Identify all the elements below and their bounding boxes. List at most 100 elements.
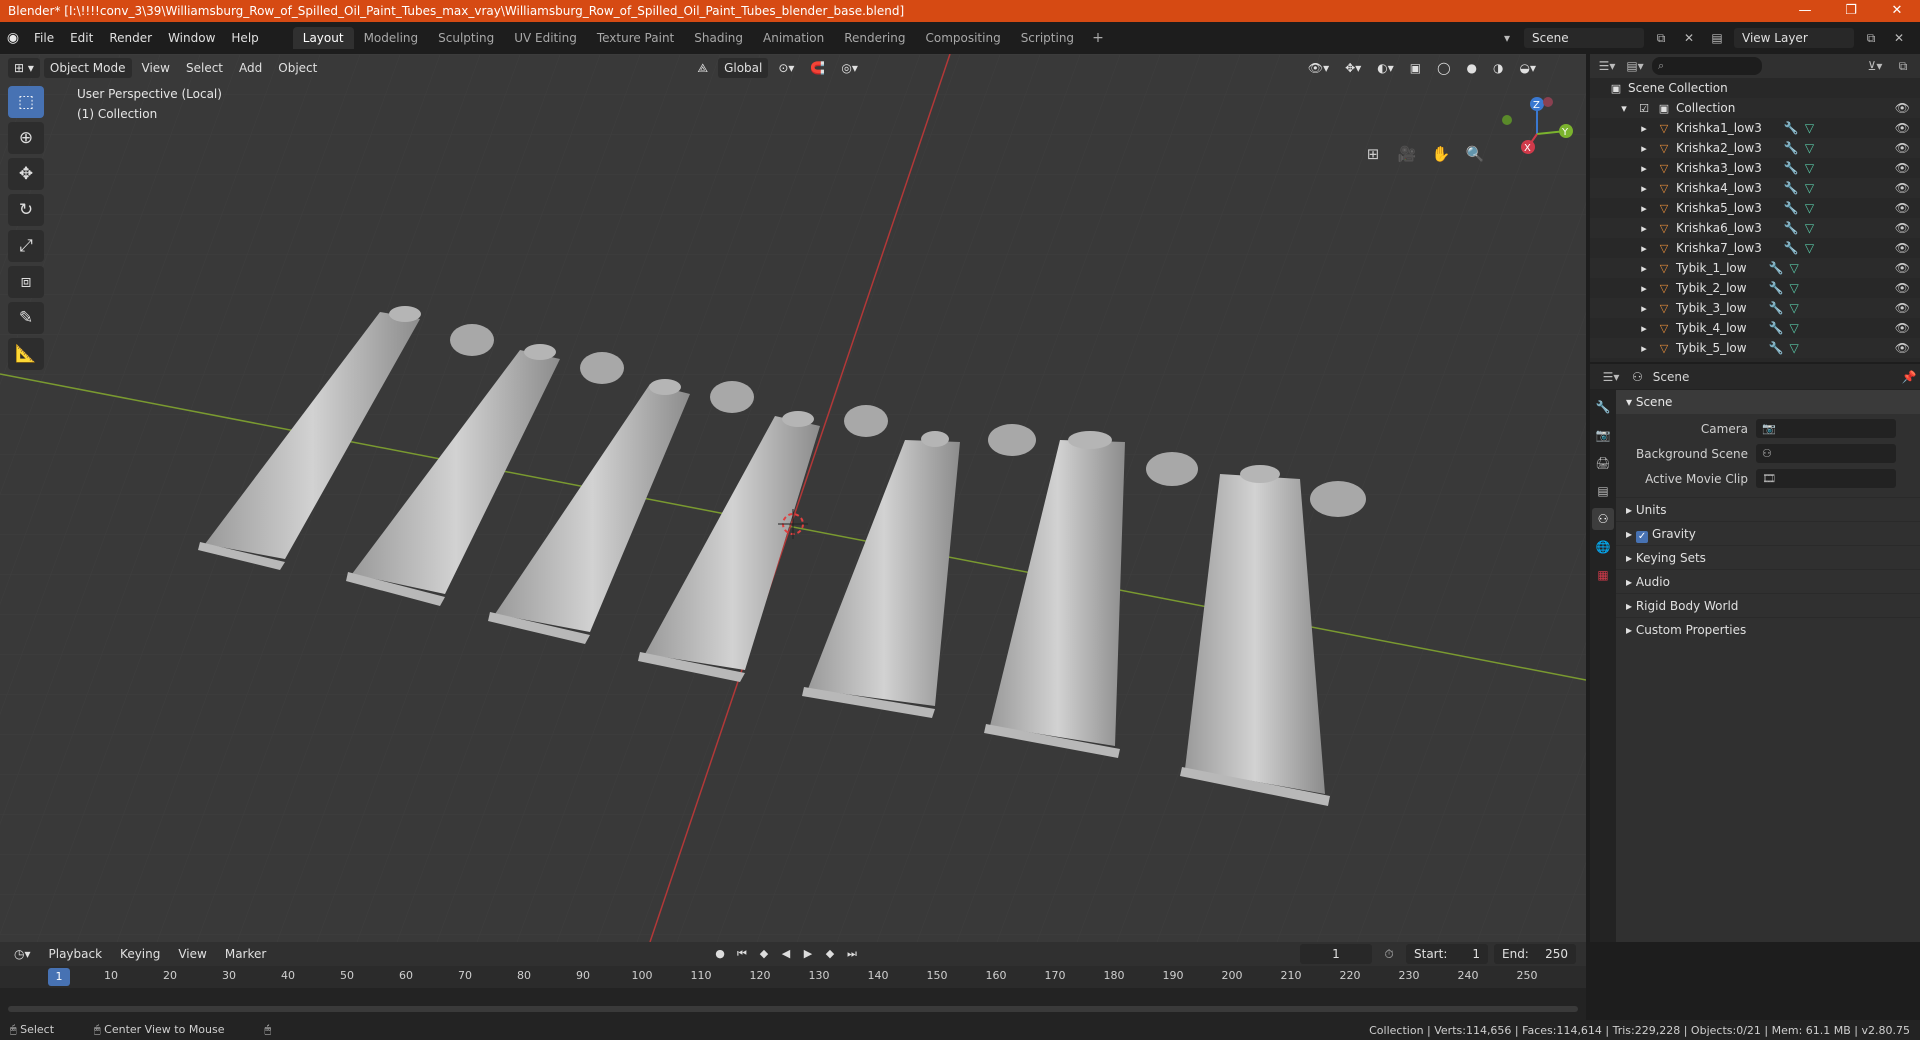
mode-selector[interactable]: Object Mode	[43, 58, 132, 78]
eye-icon[interactable]: 👁	[1895, 241, 1910, 255]
display-mode-icon[interactable]: ▤▾	[1624, 56, 1646, 76]
eye-icon[interactable]: 👁	[1895, 141, 1910, 155]
outliner-item[interactable]: ▸ ▽ Tybik_5_low 🔧 ▽ 👁	[1590, 338, 1920, 358]
material-shading-icon[interactable]: ◑	[1487, 58, 1509, 78]
eye-icon[interactable]: 👁	[1895, 321, 1910, 335]
cursor-icon[interactable]: ⊕	[8, 122, 44, 154]
move-icon[interactable]: ✥	[8, 158, 44, 190]
background-scene-field[interactable]: ⚇	[1756, 444, 1896, 463]
outliner-item[interactable]: ▸ ▽ Krishka7_low3 🔧 ▽ 👁	[1590, 238, 1920, 258]
tab-texture-paint[interactable]: Texture Paint	[587, 27, 684, 49]
timeline-menu-view[interactable]: View	[172, 944, 212, 964]
outliner-item[interactable]: ▸ ▽ Krishka3_low3 🔧 ▽ 👁	[1590, 158, 1920, 178]
outliner-item[interactable]: ▸ ▽ Krishka1_low3 🔧 ▽ 👁	[1590, 118, 1920, 138]
timeline-editor-type-icon[interactable]: ◷▾	[8, 944, 37, 964]
3d-viewport[interactable]: Z Y X ⊞ ▾ Object Mode View Select Add Ob…	[0, 54, 1586, 942]
world-tab-icon[interactable]: 🌐	[1592, 536, 1614, 558]
viewport-menu-view[interactable]: View	[136, 58, 176, 78]
viewport-menu-object[interactable]: Object	[272, 58, 323, 78]
outliner-item[interactable]: ▸ ▽ Krishka5_low3 🔧 ▽ 👁	[1590, 198, 1920, 218]
record-icon[interactable]: ●	[710, 944, 730, 964]
tab-animation[interactable]: Animation	[753, 27, 834, 49]
active-movie-clip-field[interactable]: 🎞	[1756, 469, 1896, 488]
menu-render[interactable]: Render	[101, 31, 160, 45]
play-reverse-icon[interactable]: ◀	[776, 944, 796, 964]
pan-view-icon[interactable]: ✋	[1426, 139, 1456, 169]
tab-scripting[interactable]: Scripting	[1011, 27, 1084, 49]
jump-start-icon[interactable]: ⏮	[732, 944, 752, 964]
zoom-view-icon[interactable]: 🔍	[1460, 139, 1490, 169]
expand-icon[interactable]: ▾	[1616, 102, 1632, 115]
toggle-grid-icon[interactable]: ⊞	[1358, 139, 1388, 169]
new-view-layer-icon[interactable]: ⧉	[1860, 28, 1882, 48]
collection-row[interactable]: ▾ ☑ ▣ Collection 👁	[1590, 98, 1920, 118]
wireframe-shading-icon[interactable]: ◯	[1431, 58, 1456, 78]
add-workspace-icon[interactable]: +	[1084, 27, 1112, 49]
scene-tab-icon[interactable]: ⚇	[1592, 508, 1614, 530]
outliner-item[interactable]: ▸ ▽ Tybik_1_low 🔧 ▽ 👁	[1590, 258, 1920, 278]
audio-panel[interactable]: ▸ Audio	[1616, 569, 1920, 593]
texture-tab-icon[interactable]: ▦	[1592, 564, 1614, 586]
timeline-menu-keying[interactable]: Keying	[114, 944, 166, 964]
eye-icon[interactable]: 👁	[1895, 201, 1910, 215]
camera-field[interactable]: 📷	[1756, 419, 1896, 438]
outliner-search-input[interactable]: ⌕	[1652, 57, 1762, 75]
delete-view-layer-icon[interactable]: ✕	[1888, 28, 1910, 48]
transform-orientation-selector[interactable]: Global	[718, 58, 769, 78]
scene-field[interactable]: Scene	[1524, 28, 1644, 48]
transform-orientation-icon[interactable]: ⟁	[691, 58, 714, 78]
gravity-panel[interactable]: ▸ ✓ Gravity	[1616, 521, 1920, 545]
pivot-point-icon[interactable]: ⊙▾	[772, 58, 800, 78]
eye-icon[interactable]: 👁	[1895, 181, 1910, 195]
snap-icon[interactable]: 🧲	[804, 58, 831, 78]
eye-icon[interactable]: 👁	[1895, 301, 1910, 315]
outliner-item[interactable]: ▸ ▽ Krishka2_low3 🔧 ▽ 👁	[1590, 138, 1920, 158]
overlay-toggle-icon[interactable]: ◐▾	[1371, 58, 1400, 78]
menu-window[interactable]: Window	[160, 31, 223, 45]
delete-scene-icon[interactable]: ✕	[1678, 28, 1700, 48]
tab-sculpting[interactable]: Sculpting	[428, 27, 504, 49]
play-icon[interactable]: ▶	[798, 944, 818, 964]
tool-tab-icon[interactable]: 🔧	[1592, 396, 1614, 418]
menu-file[interactable]: File	[26, 31, 62, 45]
close-button[interactable]: ✕	[1874, 0, 1920, 22]
next-keyframe-icon[interactable]: ◆	[820, 944, 840, 964]
scene-collection-row[interactable]: ▣ Scene Collection	[1590, 78, 1920, 98]
eye-icon[interactable]: 👁	[1895, 221, 1910, 235]
prev-keyframe-icon[interactable]: ◆	[754, 944, 774, 964]
measure-icon[interactable]: 📐	[8, 338, 44, 370]
xray-toggle-icon[interactable]: ▣	[1404, 58, 1427, 78]
tab-modeling[interactable]: Modeling	[354, 27, 429, 49]
custom-properties-panel[interactable]: ▸ Custom Properties	[1616, 617, 1920, 641]
visibility-icon[interactable]: 👁▾	[1302, 58, 1335, 78]
camera-view-icon[interactable]: 🎥	[1392, 139, 1422, 169]
end-frame-field[interactable]: End: 250	[1494, 944, 1576, 964]
view-layer-icon[interactable]: ▤	[1706, 28, 1728, 48]
scene-panel-header[interactable]: ▾ Scene	[1616, 390, 1920, 414]
viewport-menu-add[interactable]: Add	[233, 58, 268, 78]
eye-icon[interactable]: 👁	[1895, 121, 1910, 135]
tab-rendering[interactable]: Rendering	[834, 27, 915, 49]
start-frame-field[interactable]: Start: 1	[1406, 944, 1488, 964]
preview-range-icon[interactable]: ⏱	[1378, 944, 1400, 964]
editor-type-icon[interactable]: ⊞ ▾	[8, 58, 40, 78]
properties-editor-type-icon[interactable]: ☰▾	[1600, 367, 1622, 387]
outliner-item[interactable]: ▸ ▽ Tybik_2_low 🔧 ▽ 👁	[1590, 278, 1920, 298]
select-box-icon[interactable]: ⬚	[8, 86, 44, 118]
view-layer-field[interactable]: View Layer	[1734, 28, 1854, 48]
current-frame-marker[interactable]: 1	[48, 968, 70, 986]
outliner-item[interactable]: ▸ ▽ Krishka4_low3 🔧 ▽ 👁	[1590, 178, 1920, 198]
eye-icon[interactable]: 👁	[1895, 341, 1910, 355]
tab-layout[interactable]: Layout	[292, 27, 354, 49]
gizmo-toggle-icon[interactable]: ✥▾	[1339, 58, 1367, 78]
tab-compositing[interactable]: Compositing	[915, 27, 1010, 49]
tab-shading[interactable]: Shading	[684, 27, 753, 49]
proportional-edit-icon[interactable]: ◎▾	[835, 58, 864, 78]
new-collection-icon[interactable]: ⧉	[1892, 56, 1914, 76]
outliner-item[interactable]: ▸ ▽ Krishka6_low3 🔧 ▽ 👁	[1590, 218, 1920, 238]
view-layer-tab-icon[interactable]: ▤	[1592, 480, 1614, 502]
current-frame-field[interactable]: 1	[1300, 944, 1372, 964]
rigid-body-world-panel[interactable]: ▸ Rigid Body World	[1616, 593, 1920, 617]
blender-logo-icon[interactable]: ◉	[0, 30, 26, 46]
scene-selector-icon[interactable]: ▾	[1496, 28, 1518, 48]
